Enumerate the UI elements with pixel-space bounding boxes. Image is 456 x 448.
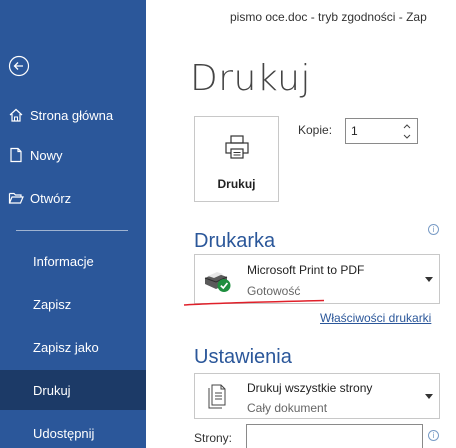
back-button[interactable] xyxy=(8,55,30,77)
print-button-label: Drukuj xyxy=(217,177,256,191)
copies-input[interactable] xyxy=(351,123,391,139)
nav-item-print[interactable]: Drukuj xyxy=(0,370,146,410)
nav-item-label: Drukuj xyxy=(33,382,71,398)
dropdown-arrow-icon xyxy=(425,394,433,399)
nav-item-label: Otwórz xyxy=(30,190,72,206)
printer-icon xyxy=(225,135,249,159)
pages-field[interactable] xyxy=(246,424,423,448)
settings-section-title: Ustawienia xyxy=(194,346,292,368)
annotation-underline xyxy=(183,299,325,306)
printer-section-title: Drukarka xyxy=(194,230,276,252)
nav-item-new[interactable]: Nowy xyxy=(0,135,146,175)
nav-item-label: Strona główna xyxy=(30,107,114,123)
printer-ready-icon xyxy=(204,272,231,292)
nav-item-info[interactable]: Informacje xyxy=(0,241,146,281)
nav-item-home[interactable]: Strona główna xyxy=(0,95,146,135)
nav-item-label: Zapisz xyxy=(33,296,72,312)
nav-item-label: Zapisz jako xyxy=(33,339,99,355)
printer-properties-link[interactable]: Właściwości drukarki xyxy=(320,311,431,325)
selected-printer: Microsoft Print to PDF xyxy=(247,263,365,277)
page-title: Drukuj xyxy=(190,58,311,99)
nav-item-label: Nowy xyxy=(30,147,63,163)
nav-divider xyxy=(16,230,128,231)
back-arrow-icon xyxy=(8,55,30,77)
print-range-dropdown[interactable]: Drukuj wszystkie strony Cały dokument xyxy=(194,373,440,419)
window-title: pismo oce.doc - tryb zgodności - Zap xyxy=(230,10,427,24)
pages-icon xyxy=(208,384,226,409)
dropdown-arrow-icon xyxy=(425,277,433,282)
chevron-down-icon[interactable] xyxy=(402,132,412,141)
nav-item-share[interactable]: Udostępnij xyxy=(0,413,146,448)
pages-input[interactable] xyxy=(252,429,412,445)
copies-stepper[interactable] xyxy=(345,118,418,144)
printer-dropdown[interactable]: Microsoft Print to PDF Gotowość xyxy=(194,254,440,304)
info-icon[interactable]: i xyxy=(428,430,439,441)
backstage-nav: Strona główna Nowy Otwórz Informacje Zap… xyxy=(0,0,146,448)
nav-item-label: Udostępnij xyxy=(33,425,95,441)
print-range-sub: Cały dokument xyxy=(247,401,328,415)
nav-item-open[interactable]: Otwórz xyxy=(0,178,146,218)
pages-label: Strony: xyxy=(194,431,233,445)
copies-label: Kopie: xyxy=(298,123,333,137)
nav-item-label: Informacje xyxy=(33,253,94,269)
nav-item-save-as[interactable]: Zapisz jako xyxy=(0,327,146,367)
nav-item-save[interactable]: Zapisz xyxy=(0,284,146,324)
new-document-icon xyxy=(8,147,24,163)
printer-status: Gotowość xyxy=(247,284,301,298)
print-range-label: Drukuj wszystkie strony xyxy=(247,381,373,395)
folder-open-icon xyxy=(8,190,24,206)
info-icon[interactable]: i xyxy=(428,224,439,235)
chevron-up-icon[interactable] xyxy=(402,122,412,131)
print-button[interactable]: Drukuj xyxy=(194,116,279,202)
home-icon xyxy=(8,107,24,123)
